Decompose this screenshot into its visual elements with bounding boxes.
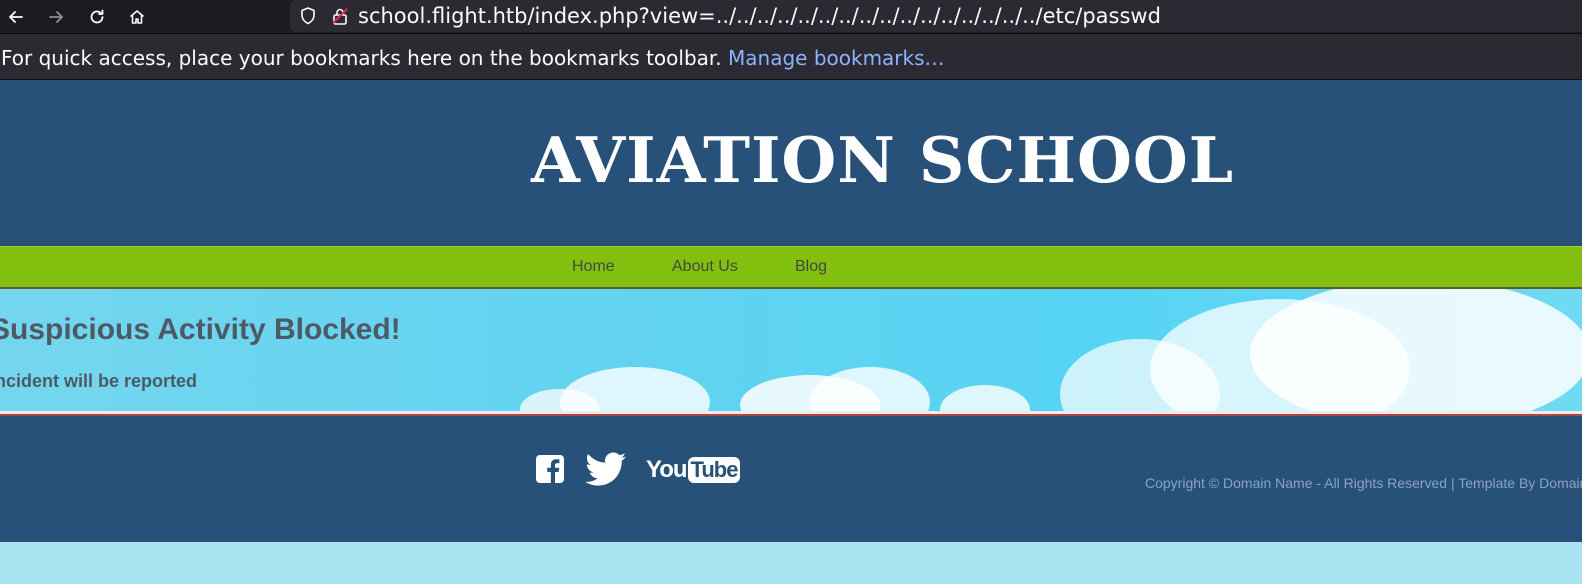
bookmarks-message-text: For quick access, place your bookmarks h… bbox=[1, 46, 722, 70]
reload-button[interactable] bbox=[85, 5, 109, 29]
cloud-shape bbox=[1250, 289, 1582, 411]
arrow-left-icon bbox=[9, 11, 23, 23]
insecure-lock-icon[interactable] bbox=[330, 6, 350, 26]
alert-banner: Suspicious Activity Blocked! Incident wi… bbox=[0, 289, 1582, 411]
site-footer: You Tube Copyright © Domain Name - All Ri… bbox=[0, 416, 1582, 542]
address-bar[interactable]: school.flight.htb/index.php?view=../../.… bbox=[290, 0, 1582, 32]
nav-about-us[interactable]: About Us bbox=[672, 258, 738, 276]
youtube-tube-badge: Tube bbox=[687, 457, 741, 483]
alert-heading: Suspicious Activity Blocked! bbox=[0, 313, 401, 346]
shield-icon[interactable] bbox=[298, 6, 318, 26]
cloud-shape bbox=[810, 367, 930, 411]
copyright-text: Copyright © Domain Name - All Rights Res… bbox=[1145, 475, 1582, 491]
arrow-right-icon bbox=[49, 11, 63, 23]
facebook-icon[interactable] bbox=[535, 454, 565, 484]
home-icon bbox=[129, 10, 145, 24]
back-button[interactable] bbox=[4, 5, 28, 29]
cloud-shape bbox=[940, 385, 1030, 411]
youtube-text: You bbox=[646, 456, 688, 483]
nav-home[interactable]: Home bbox=[572, 258, 615, 276]
browser-toolbar: school.flight.htb/index.php?view=../../.… bbox=[0, 0, 1582, 34]
forward-button[interactable] bbox=[44, 5, 68, 29]
youtube-icon[interactable]: You Tube bbox=[646, 454, 741, 486]
url-text[interactable]: school.flight.htb/index.php?view=../../.… bbox=[358, 4, 1161, 28]
reload-icon bbox=[90, 9, 104, 24]
main-nav: Home About Us Blog bbox=[0, 246, 1582, 289]
alert-message: Incident will be reported bbox=[0, 371, 198, 391]
home-button[interactable] bbox=[125, 5, 149, 29]
twitter-icon[interactable] bbox=[584, 452, 628, 486]
manage-bookmarks-link[interactable]: Manage bookmarks… bbox=[728, 46, 945, 70]
bookmarks-toolbar: For quick access, place your bookmarks h… bbox=[0, 34, 1582, 80]
nav-blog[interactable]: Blog bbox=[795, 258, 827, 276]
site-title: AVIATION SCHOOL bbox=[531, 123, 1235, 197]
page-background bbox=[0, 542, 1582, 584]
bookmarks-message: For quick access, place your bookmarks h… bbox=[1, 46, 945, 70]
site-header: AVIATION SCHOOL bbox=[0, 80, 1582, 246]
